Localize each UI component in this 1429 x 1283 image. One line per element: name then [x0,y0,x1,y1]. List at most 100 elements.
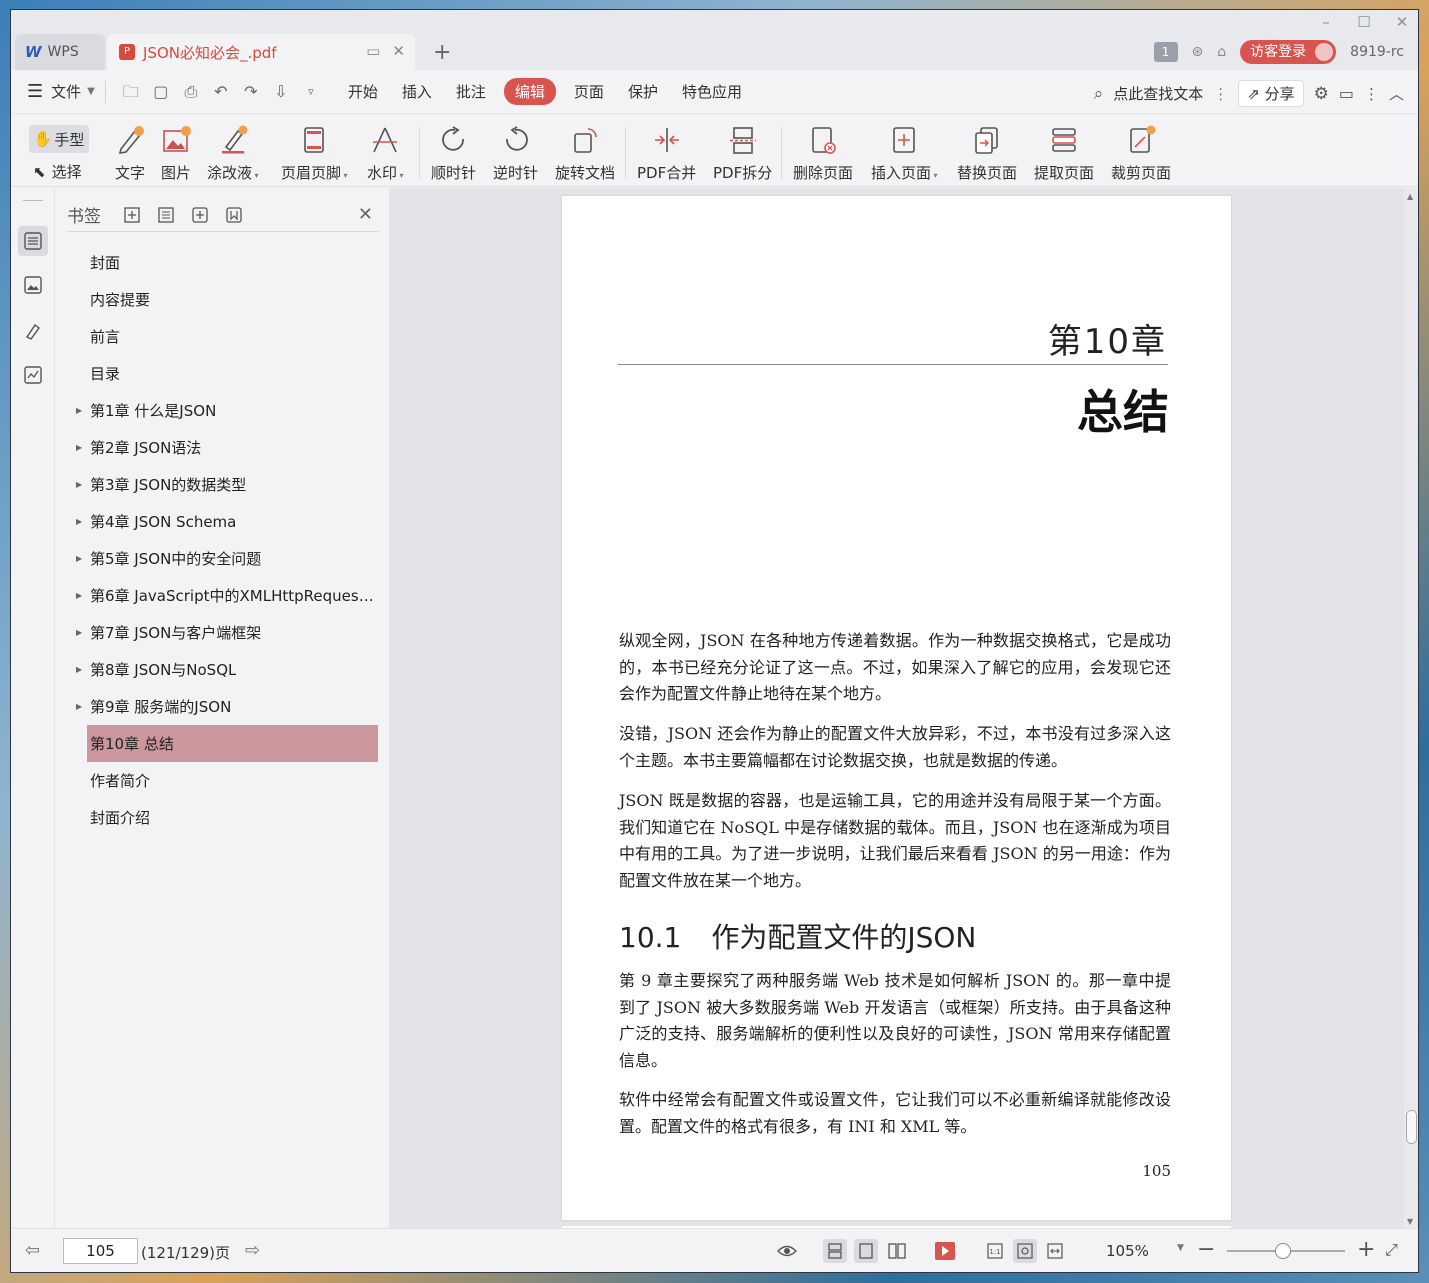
zoom-level[interactable]: 105% [1106,1242,1149,1260]
previous-page-icon[interactable]: ⇦ [25,1240,40,1261]
fit-page-icon[interactable] [1013,1239,1037,1263]
drag-handle[interactable] [23,200,43,201]
maximize-icon[interactable]: ☐ [1349,12,1379,32]
rotate-clockwise-button[interactable]: 顺时针 [431,123,476,183]
tab-page[interactable]: 页面 [574,78,604,105]
scrollbar-thumb[interactable] [1406,1110,1417,1144]
crop-page-button[interactable]: 裁剪页面 [1111,123,1171,183]
bookmark-item[interactable]: ▶ 第9章 服务端的JSON [67,688,379,725]
close-window-icon[interactable]: ✕ [1387,12,1417,32]
bookmark-item[interactable]: 目录 [67,355,379,392]
hand-tool-button[interactable]: ✋ 手型 [29,125,89,153]
continuous-scroll-icon[interactable] [823,1239,847,1263]
replace-page-button[interactable]: 替换页面 [957,123,1017,183]
redo-icon[interactable]: ↷ [240,81,262,103]
signature-panel-icon[interactable] [18,316,48,346]
bookmark-item[interactable]: ▶ 第1章 什么是JSON [67,392,379,429]
bookmark-item[interactable]: 封面 [67,244,379,281]
add-bookmark-icon[interactable] [191,206,209,224]
comment-icon[interactable]: ▭ [1339,84,1354,103]
document-view[interactable]: 第10章 总结 纵观全网，JSON 在各种地方传递着数据。作为一种数据交换格式，… [389,188,1404,1230]
zoom-in-button[interactable]: + [1357,1237,1375,1262]
zoom-slider-knob[interactable] [1275,1243,1291,1259]
select-tool-button[interactable]: ⬉ 选择 [33,161,82,182]
tab-wps-home[interactable]: W WPS [15,34,105,70]
print-icon[interactable]: ⎙ [180,81,202,103]
two-page-icon[interactable] [885,1239,909,1263]
bookmark-item[interactable]: 内容提要 [67,281,379,318]
open-folder-icon[interactable]: 🗀 [120,81,142,103]
actual-size-icon[interactable]: 1:1 [983,1239,1007,1263]
single-page-icon[interactable] [854,1239,878,1263]
collapse-ribbon-icon[interactable]: ︿ [1389,83,1404,104]
extract-page-button[interactable]: 提取页面 [1034,123,1094,183]
bookmark-item[interactable]: ▶第10章 总结 [87,725,378,762]
tab-annotate[interactable]: 批注 [456,78,486,105]
new-tab-button[interactable]: + [433,40,451,65]
bookmark-item[interactable]: 作者简介 [67,762,379,799]
expand-arrow-icon[interactable]: ▶ [76,702,82,711]
pdf-merge-button[interactable]: PDF合并 [637,123,696,183]
tab-insert[interactable]: 插入 [402,78,432,105]
expand-arrow-icon[interactable]: ▶ [76,480,82,489]
skin-icon[interactable]: ⌂ [1217,44,1226,60]
thumbnail-panel-icon[interactable] [18,270,48,300]
more-options-icon[interactable]: ⋮ [1364,85,1379,103]
login-button[interactable]: 访客登录 [1240,40,1337,64]
play-slideshow-icon[interactable] [933,1239,957,1263]
collapse-all-icon[interactable] [157,206,175,224]
bookmark-item[interactable]: ▶ 第3章 JSON的数据类型 [67,466,379,503]
bookmark-item[interactable]: ▶ 第6章 JavaScript中的XMLHttpRequest... [67,577,379,614]
tab-document[interactable]: P JSON必知必会_.pdf ▭ ✕ [107,34,415,70]
window-count-badge[interactable]: 1 [1153,42,1178,62]
eye-protection-icon[interactable] [775,1239,799,1263]
zoom-out-button[interactable]: − [1197,1237,1215,1262]
bookmark-item[interactable]: ▶ 第5章 JSON中的安全问题 [67,540,379,577]
expand-arrow-icon[interactable]: ▶ [76,628,82,637]
undo-icon[interactable]: ↶ [210,81,232,103]
pdf-split-button[interactable]: PDF拆分 [713,123,772,183]
bookmark-options-icon[interactable] [225,206,243,224]
expand-arrow-icon[interactable]: ▶ [76,443,82,452]
watermark-button[interactable]: 水印 ▾ [367,123,404,183]
minimize-icon[interactable]: – [1311,12,1341,32]
export-icon[interactable]: ⇩ [270,81,292,103]
annotation-panel-icon[interactable] [18,360,48,390]
bookmark-item[interactable]: ▶ 第8章 JSON与NoSQL [67,651,379,688]
zoom-dropdown-icon[interactable]: ▼ [1177,1243,1184,1253]
page-number-input[interactable]: 105 [63,1238,138,1264]
tab-edit[interactable]: 编辑 [503,78,556,105]
more-dropdown-icon[interactable]: ▿ [300,81,322,103]
correction-fluid-button[interactable]: 涂改液 ▾ [207,123,259,183]
more-icon[interactable]: ⋮ [1213,85,1228,103]
insert-page-button[interactable]: 插入页面 ▾ [871,123,938,183]
bookmark-item[interactable]: 前言 [67,318,379,355]
search-text-button[interactable]: 点此查找文本 [1113,83,1203,104]
delete-page-button[interactable]: 删除页面 [793,123,853,183]
bookmark-item[interactable]: 封面介绍 [67,799,379,836]
edit-image-button[interactable]: 图片 [159,123,193,183]
expand-arrow-icon[interactable]: ▶ [76,554,82,563]
search-icon[interactable]: ⌕ [1094,84,1104,104]
expand-arrow-icon[interactable]: ▶ [76,665,82,674]
vertical-scrollbar[interactable]: ▲ ▼ [1404,188,1418,1230]
close-tab-icon[interactable]: ✕ [392,42,405,60]
bookmark-item[interactable]: ▶ 第2章 JSON语法 [67,429,379,466]
expand-arrow-icon[interactable]: ▶ [76,517,82,526]
sync-icon[interactable]: ⊛ [1192,44,1204,60]
edit-text-button[interactable]: 文字 [113,123,147,183]
next-page-icon[interactable]: ⇨ [245,1240,260,1261]
rotate-counterclockwise-button[interactable]: 逆时针 [493,123,538,183]
bookmark-item[interactable]: ▶ 第7章 JSON与客户端框架 [67,614,379,651]
expand-arrow-icon[interactable]: ▶ [76,591,82,600]
bookmark-item[interactable]: ▶ 第4章 JSON Schema [67,503,379,540]
bookmark-panel-icon[interactable] [18,226,48,256]
tab-special[interactable]: 特色应用 [682,78,742,105]
scroll-down-icon[interactable]: ▼ [1407,1217,1413,1226]
header-footer-button[interactable]: 页眉页脚 ▾ [281,123,348,183]
scroll-up-icon[interactable]: ▲ [1407,192,1413,201]
expand-all-icon[interactable] [123,206,141,224]
rotate-document-button[interactable]: 旋转文档 [555,123,615,183]
tab-protect[interactable]: 保护 [628,78,658,105]
settings-icon[interactable]: ⚙ [1314,84,1329,104]
